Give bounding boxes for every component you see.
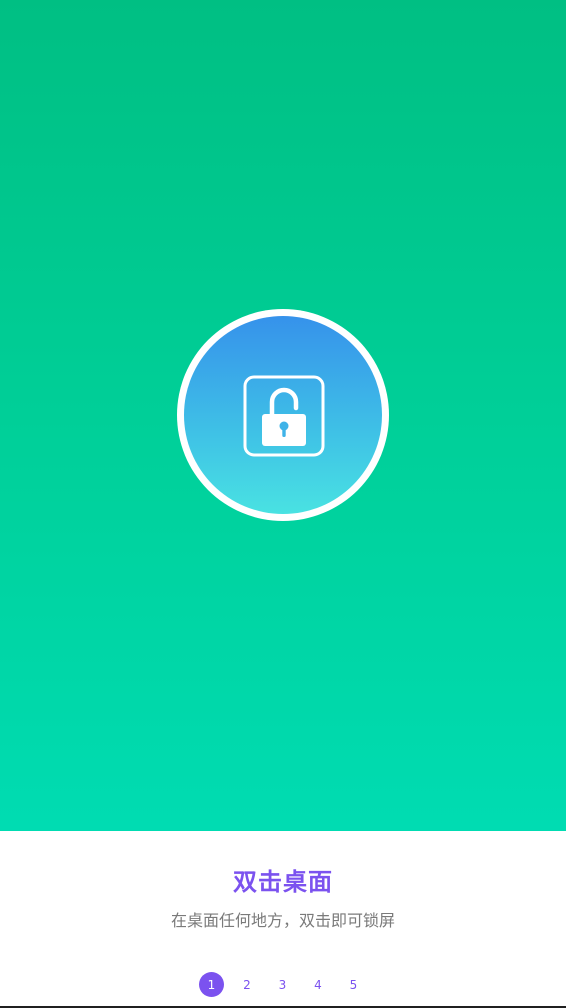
- lock-icon: [243, 375, 325, 457]
- page-indicator-2[interactable]: 2: [235, 972, 260, 997]
- intro-panel: 双击桌面 在桌面任何地方，双击即可锁屏 1 2 3 4 5: [0, 831, 566, 1008]
- page-indicator-1[interactable]: 1: [199, 972, 224, 997]
- page-indicator: 1 2 3 4 5: [199, 972, 377, 997]
- page-indicator-5[interactable]: 5: [341, 972, 366, 997]
- page-indicator-4[interactable]: 4: [306, 972, 331, 997]
- hero-background: [0, 0, 566, 831]
- lock-badge-disc: [184, 316, 382, 514]
- page-indicator-3[interactable]: 3: [270, 972, 295, 997]
- lock-badge: [177, 309, 389, 521]
- intro-subtitle: 在桌面任何地方，双击即可锁屏: [170, 911, 395, 930]
- intro-title: 双击桌面: [233, 868, 333, 896]
